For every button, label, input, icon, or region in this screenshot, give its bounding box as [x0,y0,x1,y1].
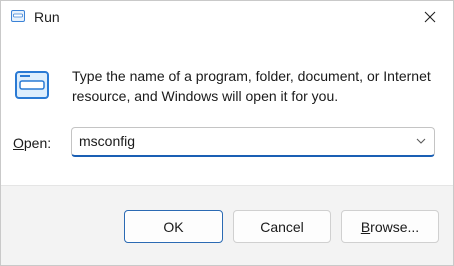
browse-button[interactable]: Browse... [341,210,439,243]
browse-label-rest: rowse... [370,218,420,235]
open-input[interactable]: msconfig [79,133,135,149]
open-label: Open: [13,135,51,151]
title-bar: Run [1,1,453,35]
run-dialog: Run Type the name of a program, folder, … [0,0,454,266]
button-bar: OK Cancel Browse... [1,185,453,265]
ok-button[interactable]: OK [124,210,223,243]
close-icon [424,11,436,23]
close-button[interactable] [407,1,453,33]
browse-mnemonic: B [360,218,371,235]
run-icon [15,71,49,99]
run-icon [11,10,25,22]
open-label-mnemonic: O [13,135,24,151]
chevron-down-icon[interactable] [416,137,426,145]
instruction-text: Type the name of a program, folder, docu… [72,68,431,104]
cancel-button[interactable]: Cancel [233,210,331,243]
window-title: Run [34,9,60,25]
dialog-body: Type the name of a program, folder, docu… [1,35,453,185]
open-label-rest: pen: [23,135,52,151]
open-combobox[interactable]: msconfig [71,127,435,157]
